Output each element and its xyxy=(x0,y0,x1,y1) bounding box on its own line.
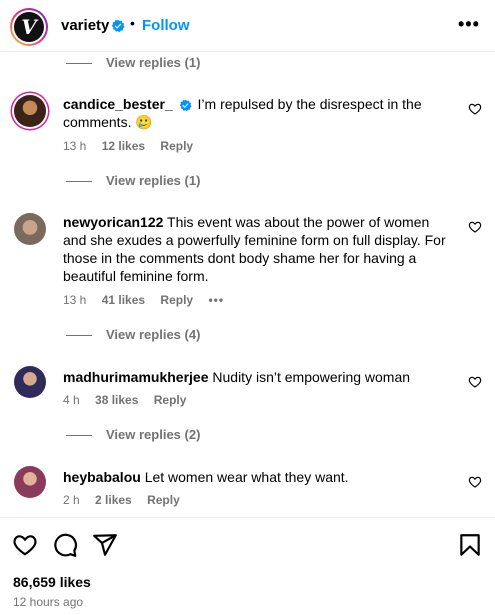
view-replies-button[interactable]: View replies (1) xyxy=(66,173,200,188)
comment-body: Nudity isn’t empowering woman xyxy=(212,369,411,385)
comment-more-icon[interactable]: ••• xyxy=(208,293,224,307)
profile-username[interactable]: variety xyxy=(61,17,109,34)
like-comment-heart-icon[interactable] xyxy=(468,375,482,389)
comment-meta: 13 h 12 likes Reply xyxy=(63,139,205,153)
like-comment-heart-icon[interactable] xyxy=(468,102,482,116)
comment-username[interactable]: madhurimamukherjee xyxy=(63,369,209,385)
avatar[interactable] xyxy=(14,366,46,398)
avatar[interactable] xyxy=(14,466,46,498)
reply-line xyxy=(66,335,92,337)
comment-time: 13 h xyxy=(63,139,87,153)
reply-button[interactable]: Reply xyxy=(160,293,193,307)
comment-text: newyorican122 This event was about the p… xyxy=(63,213,453,285)
verified-badge-icon xyxy=(179,99,192,111)
comment-likes[interactable]: 12 likes xyxy=(102,139,145,153)
avatar[interactable] xyxy=(14,95,46,127)
comment-time: 4 h xyxy=(63,393,80,407)
comment-text: candice_bester_ I’m repulsed by the disr… xyxy=(63,95,453,131)
comment-text: heybabalou Let women wear what they want… xyxy=(63,468,453,486)
verified-badge-icon xyxy=(111,19,125,33)
separator-dot: • xyxy=(130,15,135,31)
like-comment-heart-icon[interactable] xyxy=(468,475,482,489)
reply-button[interactable]: Reply xyxy=(154,393,187,407)
bookmark-icon[interactable] xyxy=(457,532,483,558)
post-timestamp: 12 hours ago xyxy=(13,595,84,609)
view-replies-button[interactable]: View replies (2) xyxy=(66,427,200,442)
reply-button[interactable]: Reply xyxy=(147,493,180,507)
variety-logo: V xyxy=(14,12,44,42)
comment-meta: 2 h 2 likes Reply xyxy=(63,493,192,507)
view-replies-button[interactable]: View replies (1) xyxy=(66,55,200,70)
comment-meta: 13 h 41 likes Reply ••• xyxy=(63,293,236,307)
comment-text: madhurimamukherjee Nudity isn’t empoweri… xyxy=(63,368,453,386)
avatar[interactable] xyxy=(14,213,46,245)
comment-body: Let women wear what they want. xyxy=(144,469,349,485)
comment-username[interactable]: newyorican122 xyxy=(63,214,163,230)
comment-time: 13 h xyxy=(63,293,87,307)
like-comment-heart-icon[interactable] xyxy=(468,220,482,234)
follow-button[interactable]: Follow xyxy=(142,17,190,34)
comment-username[interactable]: heybabalou xyxy=(63,469,141,485)
heart-icon[interactable] xyxy=(12,532,38,558)
post-header: V variety • Follow ••• xyxy=(0,0,495,52)
reply-line xyxy=(66,63,92,65)
comment-icon[interactable] xyxy=(52,532,78,558)
reply-line xyxy=(66,181,92,183)
post-likes-count[interactable]: 86,659 likes xyxy=(13,574,91,590)
comment-likes[interactable]: 2 likes xyxy=(95,493,132,507)
reply-line xyxy=(66,435,92,437)
comment-time: 2 h xyxy=(63,493,80,507)
comment-meta: 4 h 38 likes Reply xyxy=(63,393,198,407)
comment-username[interactable]: candice_bester_ xyxy=(63,96,173,112)
profile-avatar[interactable]: V xyxy=(10,8,48,46)
share-icon[interactable] xyxy=(92,532,118,558)
comment-likes[interactable]: 38 likes xyxy=(95,393,138,407)
comment-likes[interactable]: 41 likes xyxy=(102,293,145,307)
more-options-icon[interactable]: ••• xyxy=(458,14,480,35)
post-actions: 86,659 likes 12 hours ago xyxy=(0,517,495,615)
view-replies-button[interactable]: View replies (4) xyxy=(66,327,200,342)
reply-button[interactable]: Reply xyxy=(160,139,193,153)
